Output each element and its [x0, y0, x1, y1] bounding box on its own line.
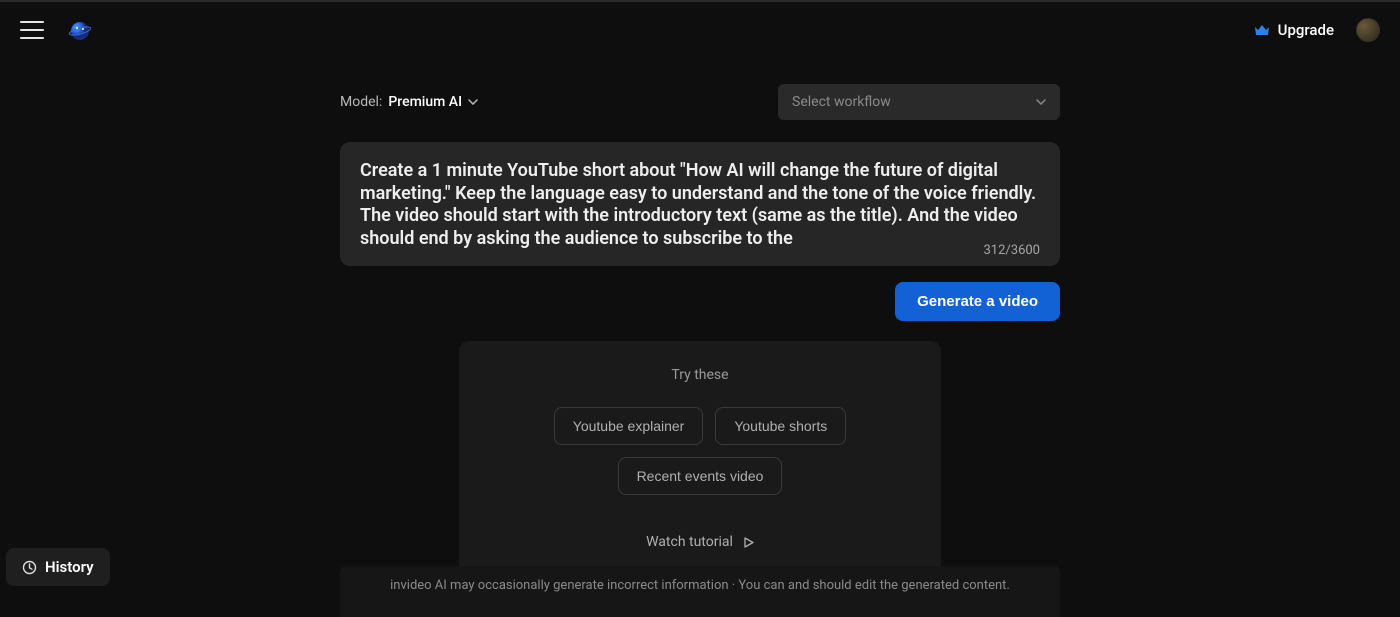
prompt-text: Create a 1 minute YouTube short about "H…: [360, 160, 1040, 252]
model-value: Premium AI: [388, 94, 462, 110]
upgrade-label: Upgrade: [1278, 21, 1334, 39]
disclaimer-text: invideo AI may occasionally generate inc…: [340, 566, 1060, 617]
suggestion-chip-youtube-shorts[interactable]: Youtube shorts: [715, 407, 846, 445]
clock-icon: [22, 560, 37, 575]
menu-button[interactable]: [20, 21, 44, 39]
chevron-down-icon: [1036, 99, 1046, 105]
history-button[interactable]: History: [6, 548, 110, 586]
workflow-placeholder: Select workflow: [792, 94, 891, 110]
suggestions-panel: Try these Youtube explainer Youtube shor…: [459, 341, 941, 574]
generate-video-button[interactable]: Generate a video: [895, 282, 1060, 321]
avatar[interactable]: [1356, 18, 1380, 42]
play-icon: [743, 537, 754, 548]
suggestion-chip-recent-events[interactable]: Recent events video: [618, 457, 783, 495]
model-selector[interactable]: Model: Premium AI: [340, 94, 478, 110]
upgrade-button[interactable]: Upgrade: [1254, 21, 1334, 39]
try-these-label: Try these: [479, 367, 921, 383]
model-label-text: Model:: [340, 94, 382, 110]
watch-tutorial-link[interactable]: Watch tutorial: [646, 534, 754, 550]
suggestion-chip-youtube-explainer[interactable]: Youtube explainer: [554, 407, 704, 445]
crown-icon: [1254, 23, 1270, 37]
prompt-input[interactable]: Create a 1 minute YouTube short about "H…: [340, 142, 1060, 266]
app-logo[interactable]: [68, 18, 92, 42]
history-label: History: [45, 558, 94, 576]
watch-tutorial-label: Watch tutorial: [646, 534, 733, 550]
char-count: 312/3600: [983, 243, 1040, 258]
workflow-select[interactable]: Select workflow: [778, 84, 1060, 120]
chevron-down-icon: [468, 99, 478, 105]
